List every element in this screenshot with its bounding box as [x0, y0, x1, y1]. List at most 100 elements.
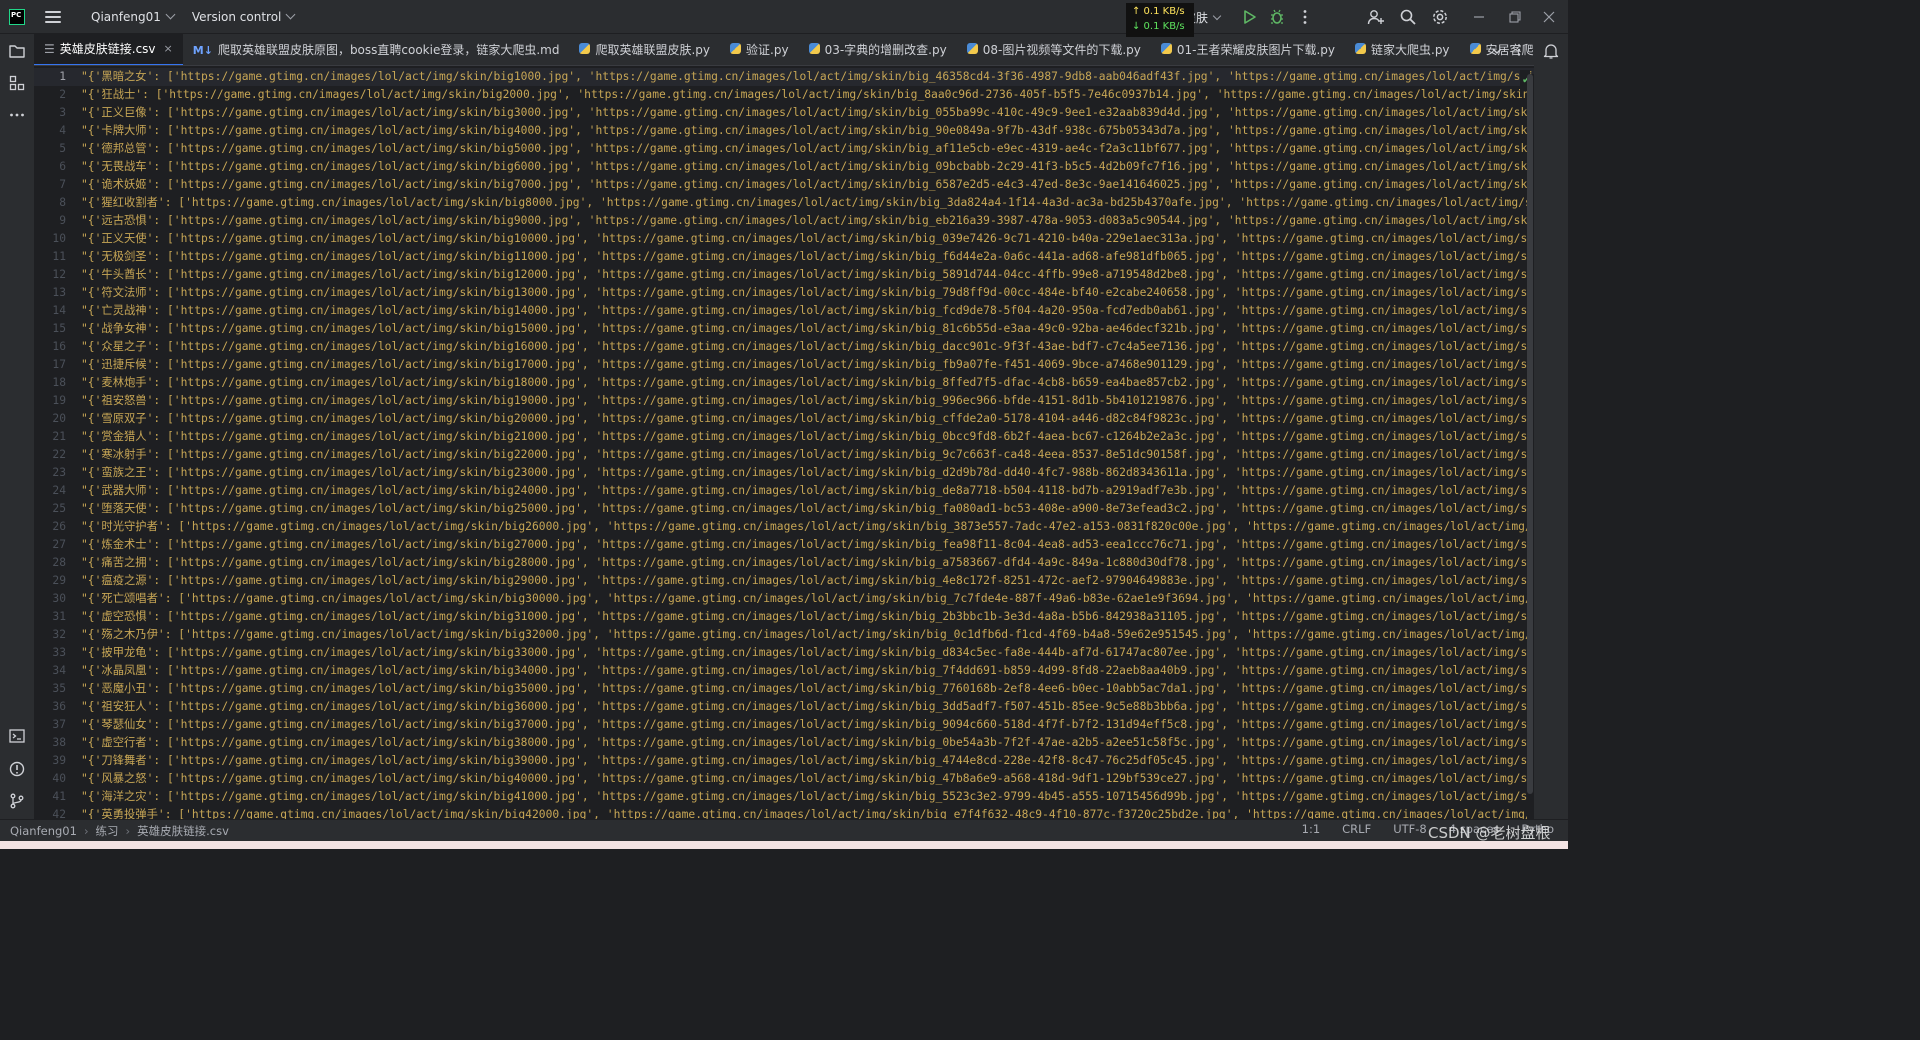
code-line[interactable]: 37 "{'琴瑟仙女': ['https://game.gtimg.cn/imag… [34, 716, 1534, 734]
breadcrumb-item[interactable]: Qianfeng01 [10, 824, 77, 838]
code-line[interactable]: 22 "{'寒冰射手': ['https://game.gtimg.cn/imag… [34, 446, 1534, 464]
line-number: 42 [52, 808, 66, 819]
code-line[interactable]: 26 "{'时光守护者': ['https://game.gtimg.cn/ima… [34, 518, 1534, 536]
debug-icon[interactable] [1268, 8, 1286, 26]
python-file-icon [1355, 42, 1366, 57]
code-line[interactable]: 10 "{'正义天使': ['https://game.gtimg.cn/imag… [34, 230, 1534, 248]
code-line[interactable]: 8 "{'猩红收割者': ['https://game.gtimg.cn/imag… [34, 194, 1534, 212]
line-number: 6 [59, 160, 66, 173]
restore-window-icon[interactable] [1506, 8, 1524, 26]
line-number: 23 [52, 466, 66, 479]
code-line[interactable]: 17 "{'迅捷斥候': ['https://game.gtimg.cn/imag… [34, 356, 1534, 374]
python-file-icon [1469, 42, 1481, 57]
code-line[interactable]: 35 "{'恶魔小丑': ['https://game.gtimg.cn/imag… [34, 680, 1534, 698]
code-line[interactable]: 3 "{'正义巨像': ['https://game.gtimg.cn/image… [34, 104, 1534, 122]
code-line[interactable]: 41 "{'海洋之灾': ['https://game.gtimg.cn/imag… [34, 788, 1534, 806]
line-number: 5 [59, 142, 66, 155]
code-line[interactable]: 39 "{'刀锋舞者': ['https://game.gtimg.cn/imag… [34, 752, 1534, 770]
project-name: Qianfeng01 [91, 9, 161, 24]
code-line[interactable]: 20 "{'雪原双子': ['https://game.gtimg.cn/imag… [34, 410, 1534, 428]
structure-icon[interactable] [8, 74, 26, 92]
tabs-overflow-chevron-icon[interactable] [1490, 44, 1504, 58]
code-line[interactable]: 25 "{'堕落天使': ['https://game.gtimg.cn/imag… [34, 500, 1534, 518]
code-line[interactable]: 4 "{'卡牌大师': ['https://game.gtimg.cn/image… [34, 122, 1534, 140]
search-icon[interactable] [1399, 8, 1417, 26]
code-line[interactable]: 2 "{'狂战士': ['https://game.gtimg.cn/images… [34, 86, 1534, 104]
line-number: 28 [52, 556, 66, 569]
tab-label: 英雄皮肤链接.csv [59, 42, 156, 56]
code-line[interactable]: 9 "{'远古恐惧': ['https://game.gtimg.cn/image… [34, 212, 1534, 230]
project-selector[interactable]: Qianfeng01 [91, 9, 176, 24]
run-icon[interactable] [1240, 8, 1258, 26]
more-options-icon[interactable] [1296, 8, 1314, 26]
python-file-icon [808, 42, 820, 57]
line-number: 26 [52, 520, 66, 533]
line-separator[interactable]: CRLF [1342, 822, 1371, 836]
line-text: "{'众星之子': ['https://game.gtimg.cn/images… [81, 340, 1534, 353]
code-line[interactable]: 11 "{'无极剑圣': ['https://game.gtimg.cn/imag… [34, 248, 1534, 266]
line-text: "{'正义天使': ['https://game.gtimg.cn/images… [81, 232, 1534, 245]
code-line[interactable]: 36 "{'祖安狂人': ['https://game.gtimg.cn/imag… [34, 698, 1534, 716]
code-line[interactable]: 27 "{'炼金术士': ['https://game.gtimg.cn/imag… [34, 536, 1534, 554]
line-number: 19 [52, 394, 66, 407]
editor-tab[interactable]: 03-字典的增删改查.py [799, 34, 957, 65]
minimize-window-icon[interactable] [1470, 8, 1488, 26]
editor-tab[interactable]: 08-图片视频等文件的下载.py [957, 34, 1151, 65]
editor-tab[interactable]: 爬取英雄联盟皮肤.py [569, 34, 720, 65]
code-line[interactable]: 16 "{'众星之子': ['https://game.gtimg.cn/imag… [34, 338, 1534, 356]
code-line[interactable]: 34 "{'冰晶凤凰': ['https://game.gtimg.cn/imag… [34, 662, 1534, 680]
code-line[interactable]: 13 "{'符文法师': ['https://game.gtimg.cn/imag… [34, 284, 1534, 302]
settings-gear-icon[interactable] [1431, 8, 1449, 26]
editor-vertical-scrollbar[interactable] [1527, 74, 1534, 819]
code-line[interactable]: 15 "{'战争女神': ['https://game.gtimg.cn/imag… [34, 320, 1534, 338]
code-line[interactable]: 42 "{'英勇投弹手': ['https://game.gtimg.cn/ima… [34, 806, 1534, 819]
notifications-bell-icon[interactable] [1542, 42, 1560, 60]
code-line[interactable]: 14 "{'亡灵战神': ['https://game.gtimg.cn/imag… [34, 302, 1534, 320]
code-line[interactable]: 12 "{'牛头酋长': ['https://game.gtimg.cn/imag… [34, 266, 1534, 284]
editor-tab[interactable]: 01-王者荣耀皮肤图片下载.py [1151, 34, 1345, 65]
code-line[interactable]: 38 "{'虚空行者': ['https://game.gtimg.cn/imag… [34, 734, 1534, 752]
project-folder-icon[interactable] [8, 42, 26, 60]
problems-icon[interactable] [8, 760, 26, 778]
code-line[interactable]: 32 "{'殇之木乃伊': ['https://game.gtimg.cn/ima… [34, 626, 1534, 644]
code-line[interactable]: 29 "{'瘟疫之源': ['https://game.gtimg.cn/imag… [34, 572, 1534, 590]
close-tab-icon[interactable]: × [164, 42, 173, 55]
code-line[interactable]: 23 "{'蛮族之王': ['https://game.gtimg.cn/imag… [34, 464, 1534, 482]
terminal-icon[interactable] [8, 727, 26, 745]
code-line[interactable]: 31 "{'虚空恐惧': ['https://game.gtimg.cn/imag… [34, 608, 1534, 626]
tabs-more-icon[interactable] [1512, 43, 1526, 57]
editor-tab[interactable]: 验证.py [720, 34, 799, 65]
close-window-icon[interactable] [1540, 8, 1558, 26]
add-user-icon[interactable] [1367, 8, 1385, 26]
code-line[interactable]: 30 "{'死亡颂唱者': ['https://game.gtimg.cn/ima… [34, 590, 1534, 608]
editor-tab[interactable]: 链家大爬虫.py [1345, 34, 1460, 65]
scrollbar-thumb[interactable] [1527, 74, 1533, 794]
git-branch-icon[interactable] [8, 792, 26, 810]
code-editor[interactable]: 1 "{'黑暗之女': ['https://game.gtimg.cn/image… [34, 66, 1534, 819]
vcs-label: Version control [191, 9, 282, 24]
more-tools-icon[interactable] [8, 106, 26, 124]
editor-tab[interactable]: ☰ 英雄皮肤链接.csv × [34, 34, 183, 65]
file-encoding[interactable]: UTF-8 [1393, 822, 1427, 836]
caret-position[interactable]: 1:1 [1302, 822, 1321, 836]
line-text: "{'德邦总管': ['https://game.gtimg.cn/images… [81, 142, 1534, 155]
code-line[interactable]: 18 "{'麦林炮手': ['https://game.gtimg.cn/imag… [34, 374, 1534, 392]
code-line[interactable]: 19 "{'祖安怒兽': ['https://game.gtimg.cn/imag… [34, 392, 1534, 410]
code-line[interactable]: 21 "{'赏金猎人': ['https://game.gtimg.cn/imag… [34, 428, 1534, 446]
main-menu-icon[interactable] [45, 10, 61, 23]
code-line[interactable]: 1 "{'黑暗之女': ['https://game.gtimg.cn/image… [34, 68, 1534, 88]
code-line[interactable]: 40 "{'风暴之怒': ['https://game.gtimg.cn/imag… [34, 770, 1534, 788]
code-line[interactable]: 28 "{'痛苦之拥': ['https://game.gtimg.cn/imag… [34, 554, 1534, 572]
vcs-menu[interactable]: Version control [191, 9, 296, 24]
code-line[interactable]: 7 "{'诡术妖姬': ['https://game.gtimg.cn/image… [34, 176, 1534, 194]
line-number: 13 [52, 286, 66, 299]
editor-tab[interactable]: M↓ 爬取英雄联盟皮肤原图，boss直聘cookie登录，链家大爬虫.md [183, 34, 570, 65]
breadcrumb-item[interactable]: 英雄皮肤链接.csv [137, 823, 229, 839]
line-number: 9 [59, 214, 66, 227]
line-text: "{'麦林炮手': ['https://game.gtimg.cn/images… [81, 376, 1534, 389]
code-line[interactable]: 5 "{'德邦总管': ['https://game.gtimg.cn/image… [34, 140, 1534, 158]
code-line[interactable]: 33 "{'披甲龙龟': ['https://game.gtimg.cn/imag… [34, 644, 1534, 662]
breadcrumb-item[interactable]: 练习 [96, 823, 119, 839]
code-line[interactable]: 6 "{'无畏战车': ['https://game.gtimg.cn/image… [34, 158, 1534, 176]
code-line[interactable]: 24 "{'武器大师': ['https://game.gtimg.cn/imag… [34, 482, 1534, 500]
